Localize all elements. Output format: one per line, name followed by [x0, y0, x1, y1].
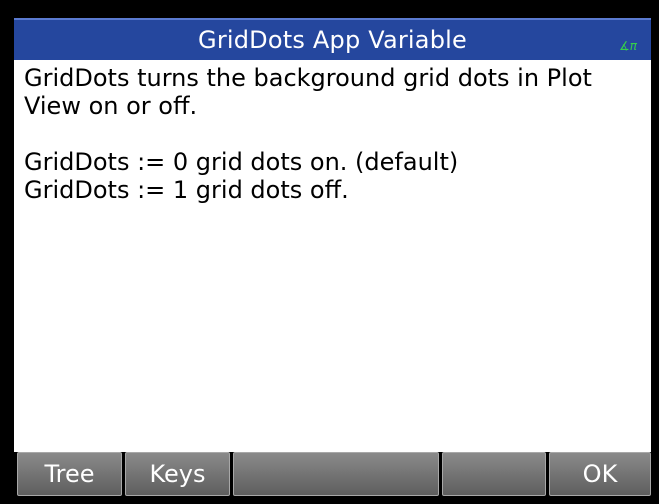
- empty-softkey[interactable]: [442, 452, 546, 496]
- keys-button[interactable]: Keys: [125, 452, 230, 496]
- title-bar: GridDots App Variable ∡π: [14, 18, 651, 60]
- empty-softkey[interactable]: [233, 452, 439, 496]
- tree-button[interactable]: Tree: [17, 452, 122, 496]
- help-line: GridDots := 0 grid dots on. (default): [24, 148, 459, 176]
- help-line: GridDots turns the background grid dots …: [24, 64, 592, 92]
- calculator-screen: GridDots App Variable ∡π GridDots turns …: [14, 18, 651, 504]
- help-text: GridDots turns the background grid dots …: [24, 64, 644, 204]
- help-line: GridDots := 1 grid dots off.: [24, 176, 349, 204]
- angle-mode-icon: ∡π: [619, 39, 637, 53]
- help-line: View on or off.: [24, 92, 198, 120]
- help-spacer: [24, 120, 644, 148]
- softkey-menu: Tree Keys OK: [14, 452, 651, 504]
- ok-button[interactable]: OK: [549, 452, 651, 496]
- page-title: GridDots App Variable: [198, 26, 467, 54]
